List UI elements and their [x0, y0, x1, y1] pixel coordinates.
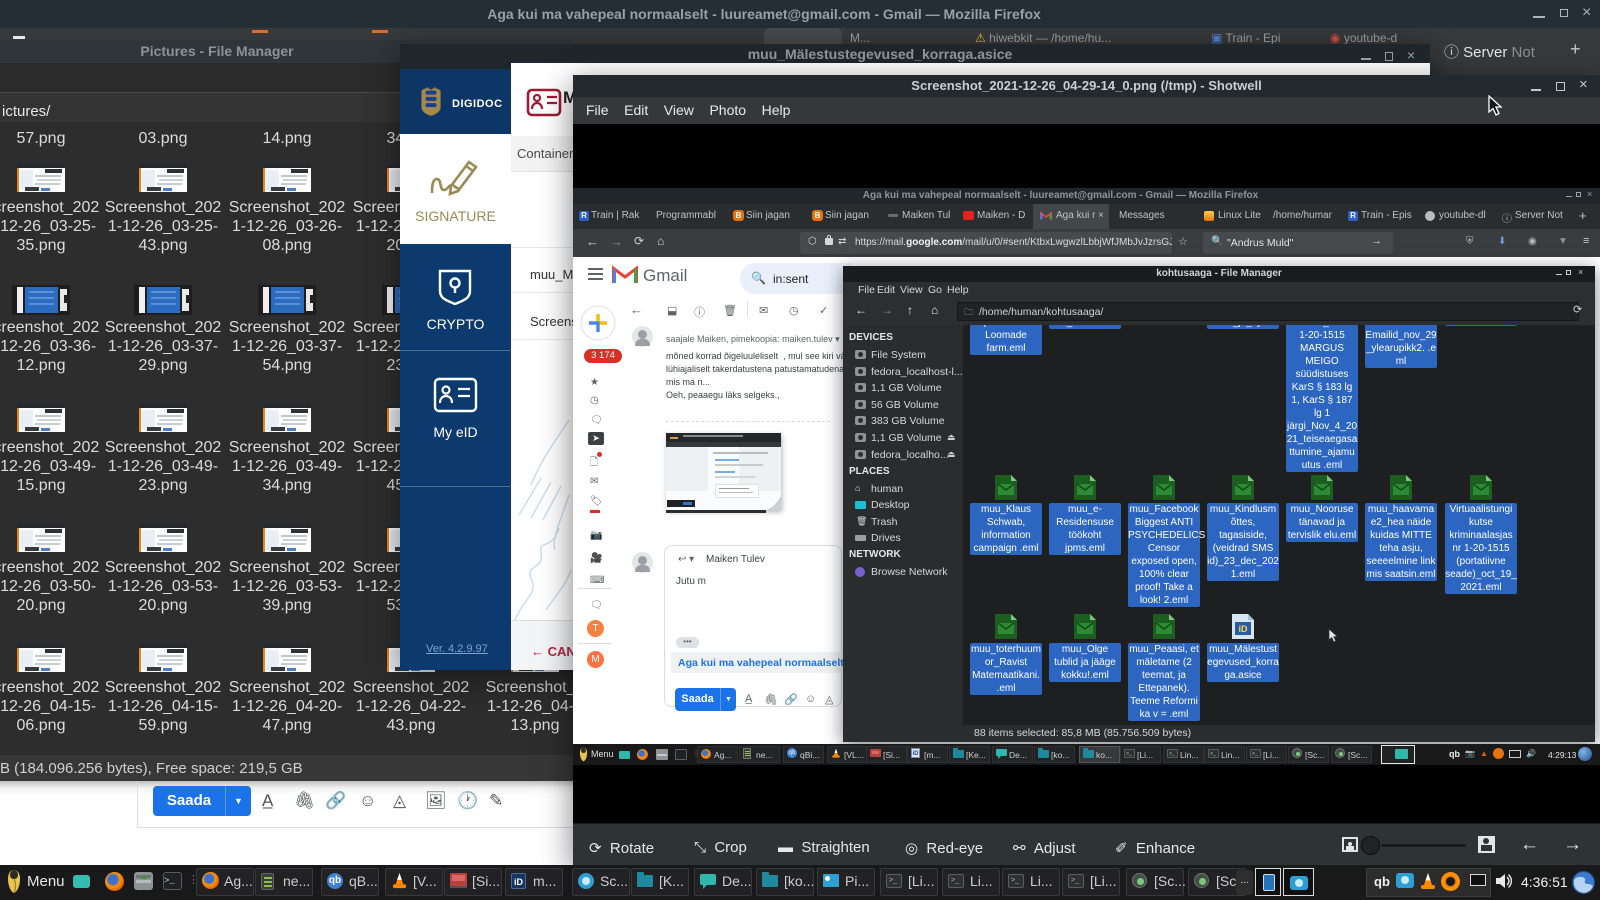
svg-text:iD: iD — [1239, 624, 1249, 634]
